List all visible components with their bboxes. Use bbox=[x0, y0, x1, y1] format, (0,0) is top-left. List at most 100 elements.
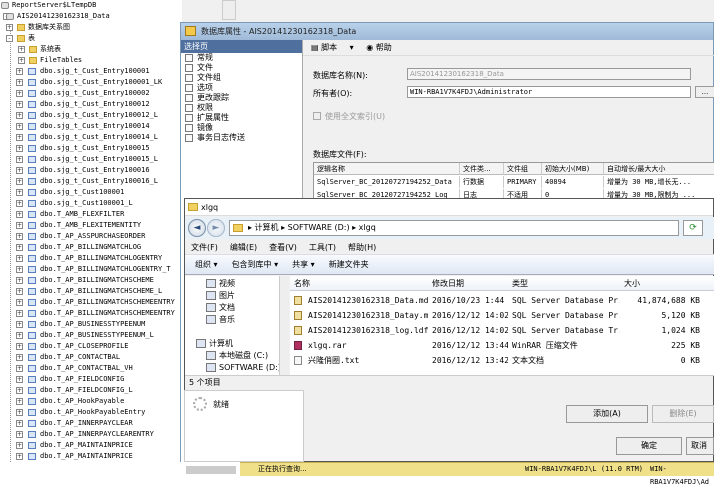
command-button[interactable]: 组织 ▾ bbox=[195, 260, 218, 269]
expand-icon[interactable]: + bbox=[16, 68, 23, 75]
column-header[interactable]: 大小 bbox=[620, 276, 706, 291]
menu-item[interactable]: 编辑(E) bbox=[230, 243, 257, 252]
explorer-titlebar[interactable]: xlgq bbox=[185, 199, 713, 216]
nav-item[interactable]: 计算机 bbox=[196, 338, 233, 349]
menu-item[interactable]: 帮助(H) bbox=[348, 243, 376, 252]
nav-item[interactable]: 本地磁盘 (C:) bbox=[206, 350, 268, 361]
command-button[interactable]: 新建文件夹 bbox=[329, 260, 369, 269]
file-row[interactable]: 兴隆俏圈.txt 2016/12/12 13:42 文本文档 0 KB bbox=[290, 353, 714, 368]
collapse-icon[interactable]: - bbox=[6, 35, 13, 42]
help-button[interactable]: ◉ 帮助 bbox=[366, 43, 402, 52]
expand-icon[interactable]: + bbox=[18, 57, 25, 64]
grid-column-header[interactable]: 自动增长/最大大小 bbox=[604, 163, 714, 175]
menu-item[interactable]: 文件(F) bbox=[191, 243, 218, 252]
expand-icon[interactable]: + bbox=[16, 233, 23, 240]
file-row[interactable]: AIS20141230162318_log.ldf 2016/12/12 14:0… bbox=[290, 323, 714, 338]
db-name-field[interactable]: AIS20141230162318_Data bbox=[407, 68, 691, 80]
expand-icon[interactable]: + bbox=[16, 442, 23, 449]
expand-icon[interactable]: + bbox=[16, 134, 23, 141]
grid-column-header[interactable]: 文件组 bbox=[504, 163, 542, 175]
expand-icon[interactable]: + bbox=[16, 178, 23, 185]
expand-icon[interactable]: + bbox=[16, 200, 23, 207]
expand-icon[interactable]: + bbox=[16, 453, 23, 460]
expand-icon[interactable]: + bbox=[16, 145, 23, 152]
expand-icon[interactable]: + bbox=[16, 90, 23, 97]
script-button[interactable]: ▤ 脚本 ▾ bbox=[311, 43, 354, 52]
expand-icon[interactable]: + bbox=[16, 156, 23, 163]
nav-item[interactable]: 视频 bbox=[206, 278, 235, 289]
nav-item[interactable]: SOFTWARE (D:) bbox=[206, 362, 281, 373]
ok-button[interactable]: 确定 bbox=[616, 437, 682, 455]
owner-field[interactable]: WIN-RBA1V7K4FDJ\Administrator bbox=[407, 86, 691, 98]
expand-icon[interactable]: + bbox=[16, 123, 23, 130]
horizontal-scrollbar[interactable] bbox=[186, 466, 236, 474]
expand-icon[interactable]: + bbox=[16, 387, 23, 394]
expand-icon[interactable]: + bbox=[16, 321, 23, 328]
navigation-pane[interactable]: 视频 图片 文档 音乐计算机 本地磁盘 (C:) SOFTWARE (D:) bbox=[185, 276, 289, 375]
menu-item[interactable]: 工具(T) bbox=[309, 243, 336, 252]
file-row[interactable]: xlgq.rar 2016/12/12 13:44 WinRAR 压缩文件 225 K… bbox=[290, 338, 714, 353]
grid-column-header[interactable]: 逻辑名称 bbox=[314, 163, 460, 175]
nav-scrollbar[interactable] bbox=[279, 276, 289, 375]
nav-item[interactable]: 音乐 bbox=[206, 314, 235, 325]
expand-icon[interactable]: + bbox=[16, 222, 23, 229]
expand-icon[interactable]: + bbox=[16, 211, 23, 218]
expand-icon[interactable]: + bbox=[16, 365, 23, 372]
command-button[interactable]: 共享 ▾ bbox=[292, 260, 315, 269]
add-file-button[interactable]: 添加(A) bbox=[566, 405, 648, 423]
expand-icon[interactable]: + bbox=[16, 376, 23, 383]
fulltext-checkbox[interactable] bbox=[313, 112, 321, 120]
expand-icon[interactable]: + bbox=[16, 266, 23, 273]
expand-icon[interactable]: + bbox=[16, 189, 23, 196]
file-row[interactable]: AIS20141230162318_Data.mdf 2016/10/23 1:4… bbox=[290, 293, 714, 308]
page-item[interactable]: 镜像 bbox=[181, 123, 302, 133]
column-header[interactable]: 名称 bbox=[290, 276, 428, 291]
nav-item[interactable]: 图片 bbox=[206, 290, 235, 301]
expand-icon[interactable]: + bbox=[16, 255, 23, 262]
page-item[interactable]: 权限 bbox=[181, 103, 302, 113]
page-item[interactable]: 事务日志传送 bbox=[181, 133, 302, 143]
expand-icon[interactable]: + bbox=[16, 299, 23, 306]
expand-icon[interactable]: + bbox=[16, 420, 23, 427]
page-item[interactable]: 文件 bbox=[181, 63, 302, 73]
file-list[interactable]: 名称 修改日期 类型 大小 AIS20141230162318_Data.mdf 201… bbox=[290, 276, 714, 375]
object-explorer-tree[interactable]: ReportServer$LTempDB - AIS20141230162318_D… bbox=[0, 0, 182, 462]
delete-file-button[interactable]: 删除(E) bbox=[652, 405, 714, 423]
expand-icon[interactable]: + bbox=[16, 332, 23, 339]
vertical-scrollbar[interactable] bbox=[222, 0, 236, 20]
cancel-button[interactable]: 取消 bbox=[686, 437, 714, 455]
grid-row[interactable]: SqlServer_BC_20120727194252_Data 行数据 PRIMA… bbox=[314, 176, 714, 188]
dialog-titlebar[interactable]: 数据库属性 - AIS20141230162318_Data bbox=[181, 23, 713, 40]
expand-icon[interactable]: + bbox=[16, 398, 23, 405]
grid-column-header[interactable]: 初始大小(MB) bbox=[542, 163, 604, 175]
expand-icon[interactable]: + bbox=[16, 277, 23, 284]
file-row[interactable]: AIS20141230162318_Datay.mdf 2016/12/12 14… bbox=[290, 308, 714, 323]
expand-icon[interactable]: + bbox=[18, 46, 25, 53]
page-item[interactable]: 更改跟踪 bbox=[181, 93, 302, 103]
back-arrow-icon[interactable]: ◄ bbox=[188, 219, 206, 237]
expand-icon[interactable]: + bbox=[16, 79, 23, 86]
expand-icon[interactable]: + bbox=[6, 24, 13, 31]
column-header[interactable]: 类型 bbox=[508, 276, 620, 291]
expand-icon[interactable]: + bbox=[16, 409, 23, 416]
page-item[interactable]: 常规 bbox=[181, 53, 302, 63]
owner-browse-button[interactable]: ... bbox=[695, 86, 714, 98]
grid-column-header[interactable]: 文件类... bbox=[460, 163, 504, 175]
expand-icon[interactable]: + bbox=[16, 343, 23, 350]
page-item[interactable]: 扩展属性 bbox=[181, 113, 302, 123]
menu-item[interactable]: 查看(V) bbox=[269, 243, 297, 252]
command-button[interactable]: 包含到库中 ▾ bbox=[232, 260, 279, 269]
forward-arrow-icon[interactable]: ► bbox=[207, 219, 225, 237]
refresh-icon[interactable]: ⟳ bbox=[683, 220, 703, 236]
expand-icon[interactable]: + bbox=[16, 167, 23, 174]
expand-icon[interactable]: + bbox=[16, 310, 23, 317]
address-input[interactable]: ▸ 计算机 ▸ SOFTWARE (D:) ▸ xlgq bbox=[229, 220, 679, 236]
nav-item[interactable]: 文档 bbox=[206, 302, 235, 313]
expand-icon[interactable]: + bbox=[16, 288, 23, 295]
expand-icon[interactable]: + bbox=[16, 112, 23, 119]
page-item[interactable]: 选项 bbox=[181, 83, 302, 93]
expand-icon[interactable]: + bbox=[16, 244, 23, 251]
expand-icon[interactable]: + bbox=[16, 354, 23, 361]
expand-icon[interactable]: + bbox=[16, 431, 23, 438]
page-item[interactable]: 文件组 bbox=[181, 73, 302, 83]
